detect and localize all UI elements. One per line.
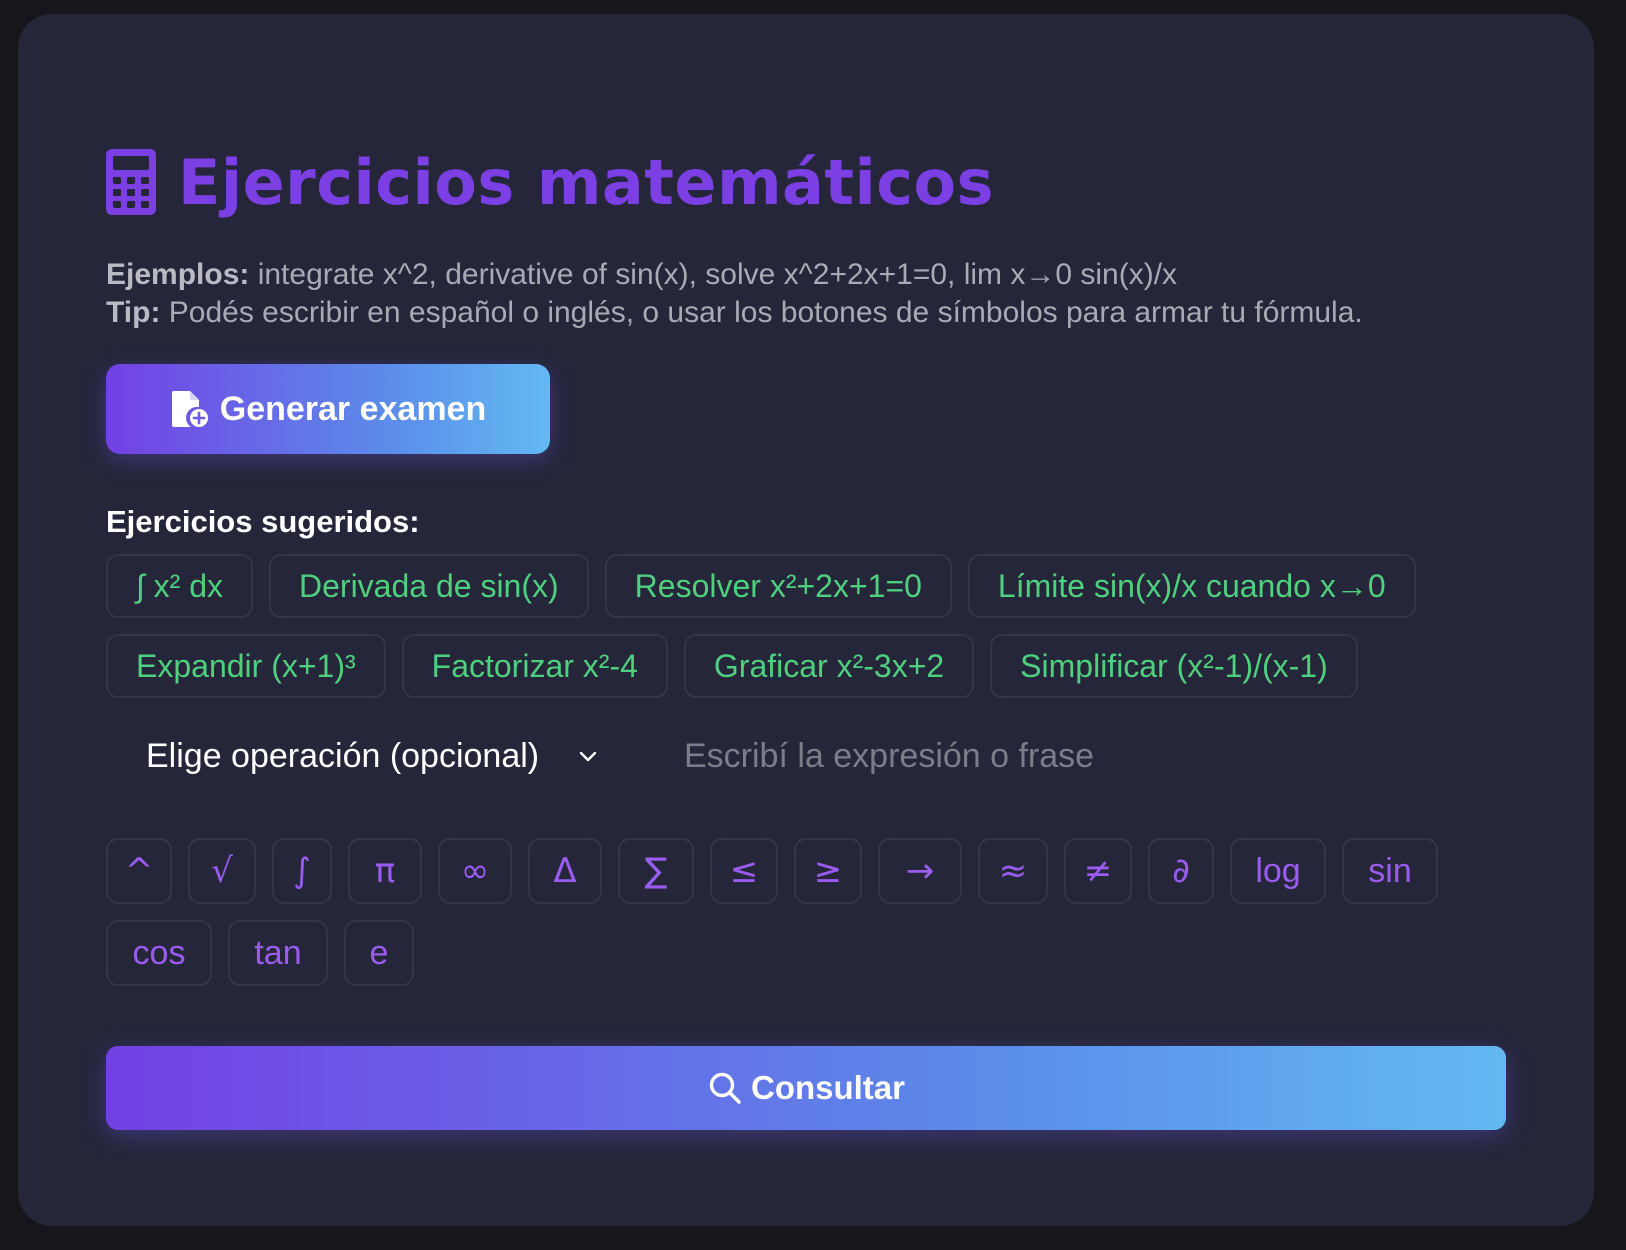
symbol-button-power[interactable]: ^ bbox=[106, 838, 172, 904]
symbol-button-cos[interactable]: cos bbox=[106, 920, 212, 986]
suggestion-chip-derivative[interactable]: Derivada de sin(x) bbox=[269, 554, 589, 618]
tip-line: Tip: Podés escribir en español o inglés,… bbox=[106, 294, 1363, 332]
symbol-button-log[interactable]: log bbox=[1230, 838, 1326, 904]
operation-select[interactable]: Elige operación (opcional) bbox=[146, 726, 599, 786]
symbol-button-sqrt[interactable]: √ bbox=[188, 838, 256, 904]
math-exercises-card: Ejercicios matemáticos Ejemplos: integra… bbox=[18, 14, 1594, 1226]
page-title: Ejercicios matemáticos bbox=[178, 145, 995, 219]
symbol-button-delta[interactable]: Δ bbox=[528, 838, 602, 904]
suggestion-chip-graph[interactable]: Graficar x²-3x+2 bbox=[683, 634, 975, 698]
symbol-button-arrow[interactable]: → bbox=[878, 838, 962, 904]
suggestion-chip-expand[interactable]: Expandir (x+1)³ bbox=[106, 634, 386, 698]
suggested-label: Ejercicios sugeridos: bbox=[106, 504, 420, 539]
generate-exam-button[interactable]: Generar examen bbox=[106, 364, 550, 454]
expression-input[interactable] bbox=[684, 726, 1484, 786]
symbol-button-partial[interactable]: ∂ bbox=[1148, 838, 1214, 904]
suggested-row-1: ∫ x² dx Derivada de sin(x) Resolver x²+2… bbox=[106, 554, 1546, 618]
chevron-down-icon bbox=[579, 751, 597, 762]
symbol-button-infinity[interactable]: ∞ bbox=[438, 838, 512, 904]
examples-label: Ejemplos: bbox=[106, 258, 250, 291]
symbol-button-neq[interactable]: ≠ bbox=[1064, 838, 1132, 904]
symbol-button-geq[interactable]: ≥ bbox=[794, 838, 862, 904]
info-text: Ejemplos: integrate x^2, derivative of s… bbox=[106, 256, 1363, 332]
symbol-buttons: ^ √ ∫ π ∞ Δ ∑ ≤ ≥ → ≈ ≠ ∂ log sin cos ta… bbox=[106, 838, 1546, 1002]
consult-button[interactable]: Consultar bbox=[106, 1046, 1506, 1130]
suggested-exercises: ∫ x² dx Derivada de sin(x) Resolver x²+2… bbox=[106, 554, 1546, 714]
calculator-icon bbox=[106, 149, 156, 215]
suggestion-chip-factor[interactable]: Factorizar x²-4 bbox=[401, 634, 668, 698]
search-icon bbox=[709, 1072, 741, 1104]
symbol-button-sin[interactable]: sin bbox=[1342, 838, 1438, 904]
generate-exam-label: Generar examen bbox=[219, 389, 487, 428]
suggestion-chip-solve[interactable]: Resolver x²+2x+1=0 bbox=[604, 554, 952, 618]
symbol-button-sum[interactable]: ∑ bbox=[618, 838, 694, 904]
symbol-button-leq[interactable]: ≤ bbox=[710, 838, 778, 904]
symbol-row-1: ^ √ ∫ π ∞ Δ ∑ ≤ ≥ → ≈ ≠ ∂ log sin bbox=[106, 838, 1546, 904]
symbol-button-approx[interactable]: ≈ bbox=[978, 838, 1048, 904]
tip-label: Tip: bbox=[106, 296, 161, 329]
file-plus-icon bbox=[171, 391, 208, 427]
consult-label: Consultar bbox=[750, 1069, 905, 1106]
header: Ejercicios matemáticos bbox=[106, 132, 994, 232]
examples-line: Ejemplos: integrate x^2, derivative of s… bbox=[106, 256, 1363, 294]
operation-select-value: Elige operación (opcional) bbox=[146, 736, 540, 775]
suggestion-chip-simplify[interactable]: Simplificar (x²-1)/(x-1) bbox=[990, 634, 1358, 698]
symbol-button-e[interactable]: e bbox=[344, 920, 414, 986]
symbol-button-pi[interactable]: π bbox=[348, 838, 422, 904]
symbol-button-tan[interactable]: tan bbox=[228, 920, 328, 986]
suggestion-chip-limit[interactable]: Límite sin(x)/x cuando x→0 bbox=[967, 554, 1416, 618]
examples-text: integrate x^2, derivative of sin(x), sol… bbox=[249, 258, 1178, 291]
suggestion-chip-integral[interactable]: ∫ x² dx bbox=[106, 554, 253, 618]
symbol-row-2: cos tan e bbox=[106, 920, 1546, 986]
suggested-row-2: Expandir (x+1)³ Factorizar x²-4 Graficar… bbox=[106, 634, 1546, 698]
tip-text: Podés escribir en español o inglés, o us… bbox=[160, 296, 1363, 329]
symbol-button-integral[interactable]: ∫ bbox=[272, 838, 332, 904]
